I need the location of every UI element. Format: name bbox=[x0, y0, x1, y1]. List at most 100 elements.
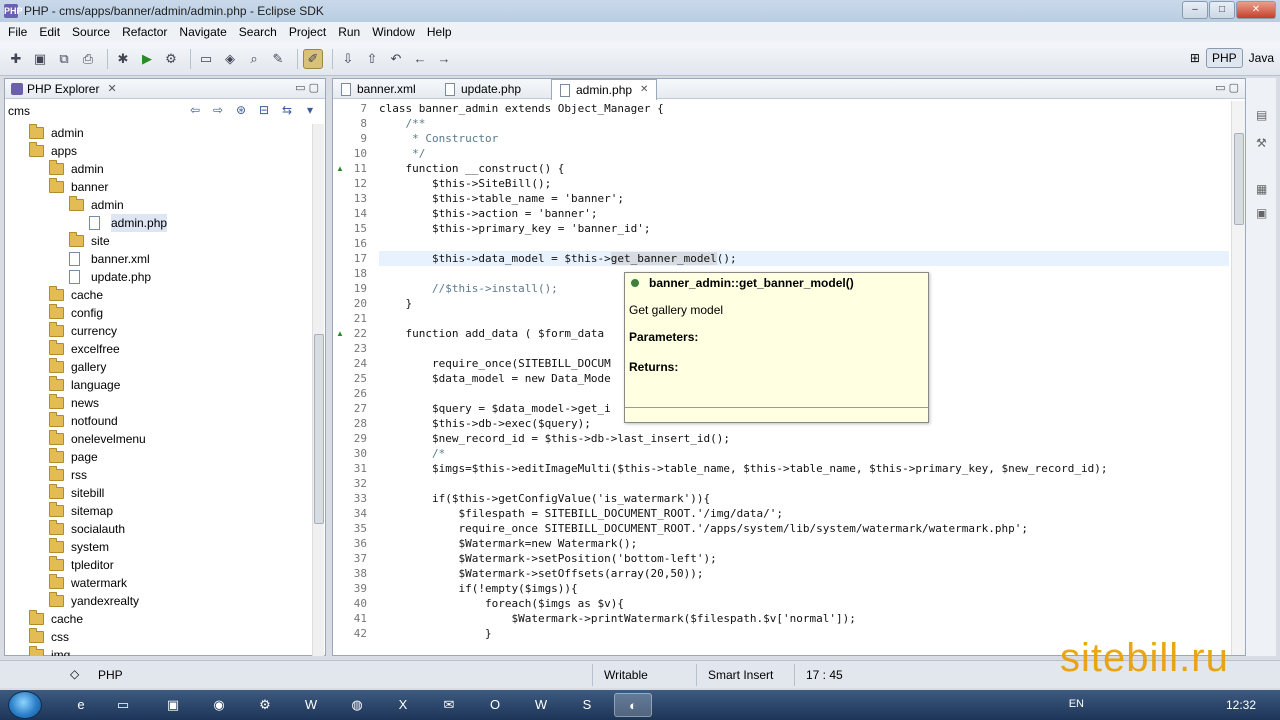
save-all-icon[interactable]: ⧉ bbox=[54, 49, 74, 69]
code-line[interactable]: class banner_admin extends Object_Manage… bbox=[379, 101, 1229, 116]
type-hierarchy-icon[interactable]: ⚒ bbox=[1256, 136, 1272, 150]
code-line[interactable]: $this->SiteBill(); bbox=[379, 176, 1229, 191]
tree-item[interactable]: admin bbox=[5, 160, 313, 178]
new-icon[interactable]: ✚ bbox=[6, 49, 26, 69]
code-line[interactable]: $this->primary_key = 'banner_id'; bbox=[379, 221, 1229, 236]
excel-icon[interactable]: X bbox=[384, 693, 422, 717]
tree-item[interactable]: sitebill bbox=[5, 484, 313, 502]
tree-item[interactable]: site bbox=[5, 232, 313, 250]
override-marker-icon[interactable]: ▲ bbox=[336, 165, 345, 173]
start-button[interactable] bbox=[8, 691, 42, 719]
ie-icon[interactable]: e bbox=[62, 693, 100, 717]
back-icon[interactable]: ⇦ bbox=[186, 103, 204, 119]
tree-item[interactable]: admin bbox=[5, 124, 313, 142]
code-line[interactable]: $Watermark->printWatermark($filespath.$v… bbox=[379, 611, 1229, 626]
override-marker-icon[interactable]: ▲ bbox=[336, 330, 345, 338]
tree-item[interactable]: banner bbox=[5, 178, 313, 196]
tree-item[interactable]: admin.php bbox=[5, 214, 313, 232]
word-doc-icon[interactable]: W bbox=[522, 693, 560, 717]
tab-admin-php[interactable]: admin.php ✕ bbox=[551, 79, 658, 100]
menu-file[interactable]: File bbox=[2, 25, 33, 39]
save-icon[interactable]: ▣ bbox=[30, 49, 50, 69]
tab-banner-xml[interactable]: banner.xml bbox=[341, 79, 416, 99]
menu-edit[interactable]: Edit bbox=[33, 25, 66, 39]
close-view-icon[interactable]: ✕ bbox=[107, 82, 116, 95]
mail-icon[interactable]: ✉ bbox=[430, 693, 468, 717]
code-line[interactable]: require_once SITEBILL_DOCUMENT_ROOT.'/ap… bbox=[379, 521, 1229, 536]
word-icon[interactable]: W bbox=[292, 693, 330, 717]
link-editor-icon[interactable]: ⇆ bbox=[278, 103, 296, 119]
menu-refactor[interactable]: Refactor bbox=[116, 25, 173, 39]
php-explorer-tab[interactable]: PHP Explorer ✕ ▭ ▢ bbox=[5, 79, 325, 99]
network-icon[interactable]: ⚙ bbox=[246, 693, 284, 717]
clock[interactable]: 12:32 bbox=[1226, 698, 1256, 712]
menu-search[interactable]: Search bbox=[233, 25, 283, 39]
code-line[interactable]: $filespath = SITEBILL_DOCUMENT_ROOT.'/im… bbox=[379, 506, 1229, 521]
wand-icon[interactable]: ✎ bbox=[268, 49, 288, 69]
scroll-thumb[interactable] bbox=[314, 334, 324, 524]
code-line[interactable] bbox=[379, 476, 1229, 491]
scroll-thumb[interactable] bbox=[1234, 133, 1244, 225]
tree-item[interactable]: tpleditor bbox=[5, 556, 313, 574]
print-icon[interactable]: ⎙ bbox=[78, 49, 98, 69]
code-line[interactable]: /* bbox=[379, 446, 1229, 461]
tree-item[interactable]: page bbox=[5, 448, 313, 466]
code-line[interactable]: $imgs=$this->editImageMulti($this->table… bbox=[379, 461, 1229, 476]
run-icon[interactable]: ▶ bbox=[137, 49, 157, 69]
app-icon[interactable]: ▣ bbox=[154, 693, 192, 717]
view-menu-icon[interactable]: ▾ bbox=[301, 103, 319, 119]
code-line[interactable]: $Watermark=new Watermark(); bbox=[379, 536, 1229, 551]
code-line[interactable]: /** bbox=[379, 116, 1229, 131]
collapse-all-icon[interactable]: ⊟ bbox=[255, 103, 273, 119]
problems-icon[interactable]: ▣ bbox=[1256, 206, 1272, 220]
tree-item[interactable]: admin bbox=[5, 196, 313, 214]
language-indicator[interactable]: EN bbox=[1069, 698, 1084, 710]
tree-item[interactable]: sitemap bbox=[5, 502, 313, 520]
tree-item[interactable]: watermark bbox=[5, 574, 313, 592]
tree-item[interactable]: currency bbox=[5, 322, 313, 340]
tree-item[interactable]: system bbox=[5, 538, 313, 556]
code-line[interactable]: $Watermark->setOffsets(array(20,50)); bbox=[379, 566, 1229, 581]
tree-item[interactable]: gallery bbox=[5, 358, 313, 376]
tree-item[interactable]: img bbox=[5, 646, 313, 656]
firefox-icon[interactable]: ◍ bbox=[338, 693, 376, 717]
minimize-button[interactable]: – bbox=[1182, 1, 1208, 19]
code-line[interactable]: $this->table_name = 'banner'; bbox=[379, 191, 1229, 206]
menu-source[interactable]: Source bbox=[66, 25, 116, 39]
menu-window[interactable]: Window bbox=[366, 25, 421, 39]
code-line[interactable]: $new_record_id = $this->db->last_insert_… bbox=[379, 431, 1229, 446]
code-line[interactable]: * Constructor bbox=[379, 131, 1229, 146]
opera-icon[interactable]: O bbox=[476, 693, 514, 717]
tree-item[interactable]: notfound bbox=[5, 412, 313, 430]
tree-item[interactable]: yandexrealty bbox=[5, 592, 313, 610]
code-line[interactable]: $Watermark->setPosition('bottom-left'); bbox=[379, 551, 1229, 566]
code-line[interactable]: foreach($imgs as $v){ bbox=[379, 596, 1229, 611]
menu-project[interactable]: Project bbox=[283, 25, 332, 39]
tree-item[interactable]: banner.xml bbox=[5, 250, 313, 268]
tree-item[interactable]: update.php bbox=[5, 268, 313, 286]
tree-item[interactable]: onelevelmenu bbox=[5, 430, 313, 448]
tree-item[interactable]: apps bbox=[5, 142, 313, 160]
perspective-java[interactable]: Java bbox=[1249, 51, 1274, 65]
external-tools-icon[interactable]: ⚙ bbox=[161, 49, 181, 69]
search-icon[interactable]: ⌕ bbox=[244, 49, 264, 69]
chrome-icon[interactable]: ◉ bbox=[200, 693, 238, 717]
close-tab-icon[interactable]: ✕ bbox=[640, 80, 648, 100]
up-icon[interactable]: ⊛ bbox=[232, 103, 250, 119]
editor-scrollbar[interactable] bbox=[1231, 101, 1245, 655]
tree-item[interactable]: css bbox=[5, 628, 313, 646]
maximize-button[interactable]: □ bbox=[1209, 1, 1235, 19]
close-button[interactable]: ✕ bbox=[1236, 1, 1276, 19]
tree-item[interactable]: news bbox=[5, 394, 313, 412]
skype-icon[interactable]: S bbox=[568, 693, 606, 717]
tasks-icon[interactable]: ▦ bbox=[1256, 182, 1272, 196]
perspective-php[interactable]: PHP bbox=[1205, 48, 1243, 68]
forward-icon[interactable]: → bbox=[434, 49, 454, 69]
open-perspective-icon[interactable]: ⊞ bbox=[1190, 51, 1200, 65]
code-line[interactable]: */ bbox=[379, 146, 1229, 161]
prev-annotation-icon[interactable]: ⇧ bbox=[362, 49, 382, 69]
mark-occurrences-icon[interactable]: ✐ bbox=[303, 48, 323, 69]
tree-item[interactable]: excelfree bbox=[5, 340, 313, 358]
debug-icon[interactable]: ✱ bbox=[113, 49, 133, 69]
tree-item[interactable]: config bbox=[5, 304, 313, 322]
